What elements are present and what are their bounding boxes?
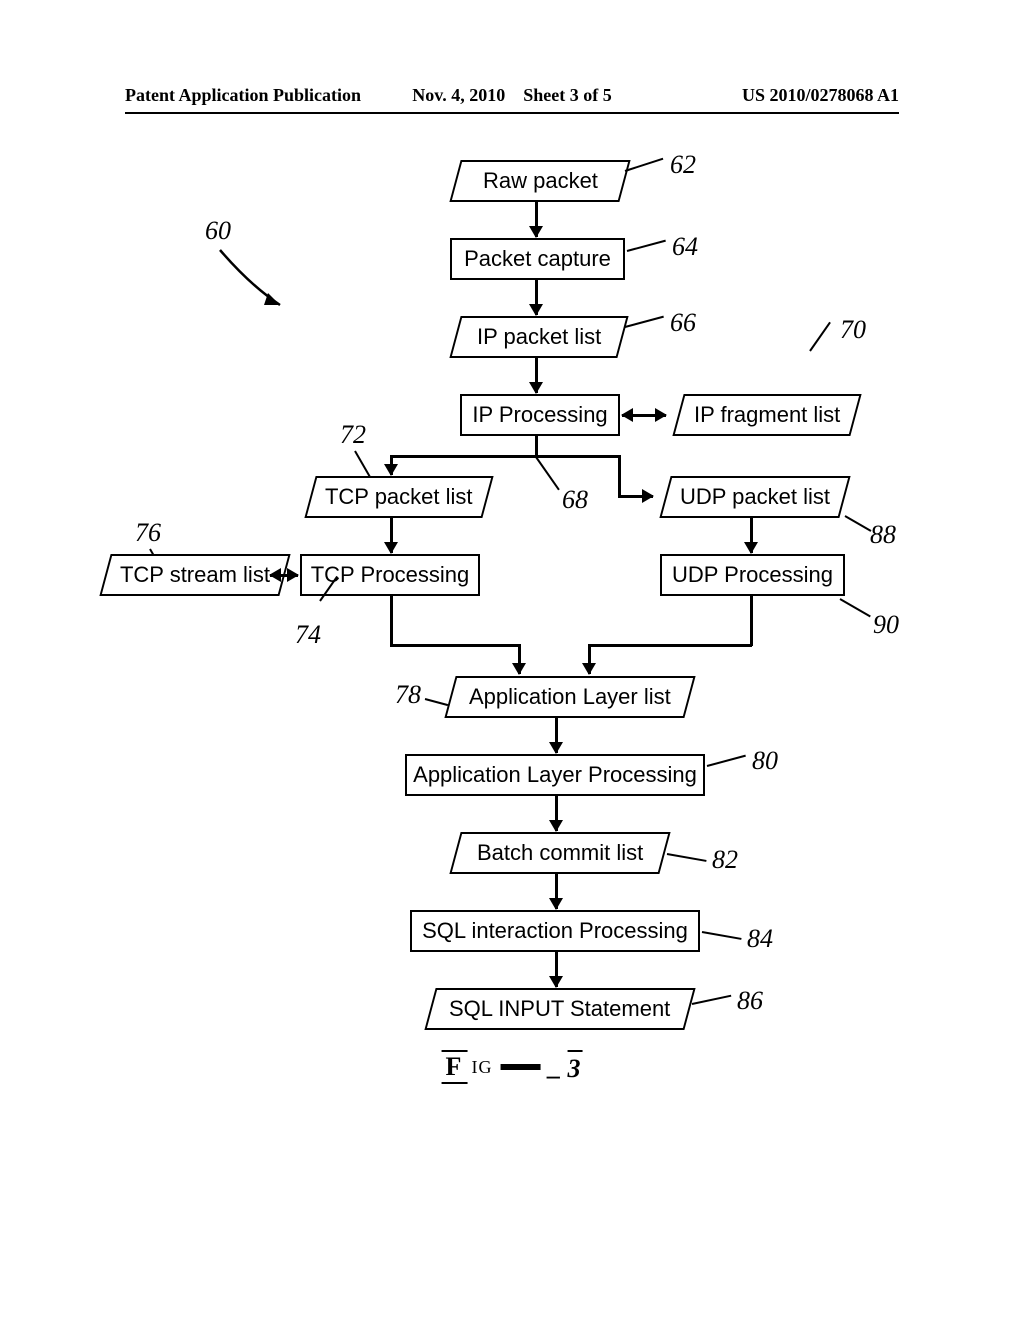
node-sql-input-label: SQL INPUT Statement [449, 997, 670, 1021]
node-packet-capture-label: Packet capture [464, 247, 611, 271]
lead-64 [627, 240, 666, 252]
ref-68: 68 [562, 485, 588, 515]
arrow-applist-to-appproc [555, 718, 558, 753]
arrow-iplist-to-ipproc [535, 358, 538, 393]
arrow-capture-to-iplist [535, 280, 538, 315]
node-app-layer-list-label: Application Layer list [469, 685, 671, 709]
ref-74: 74 [295, 620, 321, 650]
ref-80: 80 [752, 746, 778, 776]
node-sql-interaction-label: SQL interaction Processing [422, 919, 688, 943]
seg-udpproc-down [750, 596, 753, 646]
ref-64: 64 [672, 232, 698, 262]
fig-suffix: 3 [567, 1050, 582, 1084]
node-udp-processing-label: UDP Processing [672, 563, 833, 587]
seg-udpproc-left [588, 644, 752, 647]
node-raw-packet-label: Raw packet [483, 169, 598, 193]
lead-90 [840, 598, 871, 617]
node-tcp-packet-list-label: TCP packet list [325, 485, 473, 509]
node-ip-fragment-list: IP fragment list [672, 394, 861, 436]
lead-68 [535, 456, 560, 490]
lead-88 [845, 515, 872, 532]
ref-84: 84 [747, 924, 773, 954]
header-sheet: Sheet 3 of 5 [523, 85, 612, 105]
node-tcp-stream-list: TCP stream list [99, 554, 290, 596]
arrow-tcpproc-to-app [518, 644, 521, 674]
fig-bar [500, 1064, 540, 1070]
ref-62: 62 [670, 150, 696, 180]
ref-86: 86 [737, 986, 763, 1016]
header-date: Nov. 4, 2010 [412, 85, 505, 105]
arrow-tcplist-to-tcpproc [390, 518, 393, 553]
node-batch-commit: Batch commit list [449, 832, 670, 874]
lead-66 [625, 316, 664, 328]
arrow-sql-to-input [555, 952, 558, 987]
ref-88: 88 [870, 520, 896, 550]
node-sql-input: SQL INPUT Statement [424, 988, 695, 1030]
lead-72 [354, 451, 372, 480]
seg-to-udplist-v [618, 455, 621, 495]
node-tcp-packet-list: TCP packet list [304, 476, 493, 518]
header-pubno: US 2010/0278068 A1 [641, 85, 899, 106]
arrow-batch-to-sql [555, 874, 558, 909]
lead-82 [667, 853, 707, 862]
node-ip-processing: IP Processing [460, 394, 620, 436]
diagram: 60 Raw packet 62 Packet capture 64 IP pa… [0, 150, 1024, 1230]
page-header: Patent Application Publication Nov. 4, 2… [0, 85, 1024, 106]
seg-to-tcplist-h [390, 455, 537, 458]
ref-66: 66 [670, 308, 696, 338]
arrow-raw-to-capture [535, 202, 538, 237]
header-rule [125, 112, 899, 114]
ref-70: 70 [840, 315, 866, 345]
node-udp-packet-list: UDP packet list [659, 476, 850, 518]
seg-tcpproc-down [390, 596, 393, 646]
node-packet-capture: Packet capture [450, 238, 625, 280]
seg-tcpproc-right [390, 644, 520, 647]
arrow-udplist-to-udpproc [750, 518, 753, 553]
seg-to-udplist-h1 [537, 455, 620, 458]
arrow-appproc-to-batch [555, 796, 558, 831]
ref-60: 60 [205, 216, 231, 246]
pointer-arrow-60 [210, 245, 310, 325]
lead-80 [707, 755, 746, 767]
ref-78: 78 [395, 680, 421, 710]
ref-76: 76 [135, 518, 161, 548]
arrow-to-tcplist [390, 455, 393, 475]
node-ip-packet-list-label: IP packet list [477, 325, 601, 349]
node-tcp-stream-list-label: TCP stream list [120, 563, 270, 587]
arrow-tcpstream-tcpproc [270, 574, 298, 577]
header-mid: Nov. 4, 2010 Sheet 3 of 5 [383, 85, 641, 106]
ref-82: 82 [712, 845, 738, 875]
node-raw-packet: Raw packet [449, 160, 630, 202]
arrow-udpproc-to-app [588, 644, 591, 674]
arrow-ipproc-ipfrag [622, 414, 666, 417]
lead-86 [692, 995, 732, 1005]
node-udp-processing: UDP Processing [660, 554, 845, 596]
node-batch-commit-label: Batch commit list [477, 841, 643, 865]
header-left: Patent Application Publication [125, 85, 383, 106]
ref-72: 72 [340, 420, 366, 450]
node-sql-interaction: SQL interaction Processing [410, 910, 700, 952]
lead-84 [702, 931, 742, 940]
ref-90: 90 [873, 610, 899, 640]
node-ip-processing-label: IP Processing [472, 403, 607, 427]
node-udp-packet-list-label: UDP packet list [680, 485, 830, 509]
seg-ipproc-stub [535, 436, 538, 456]
lead-70 [809, 322, 831, 352]
fig-prefix: F [442, 1050, 468, 1084]
node-ip-fragment-list-label: IP fragment list [694, 403, 840, 427]
node-app-layer-proc: Application Layer Processing [405, 754, 705, 796]
arrow-to-udplist [618, 495, 653, 498]
figure-caption: F IG _ 3 [442, 1050, 583, 1084]
fig-mid: IG [471, 1057, 492, 1078]
node-app-layer-list: Application Layer list [444, 676, 695, 718]
node-tcp-processing-label: TCP Processing [311, 563, 470, 587]
node-app-layer-proc-label: Application Layer Processing [413, 763, 697, 787]
node-ip-packet-list: IP packet list [449, 316, 628, 358]
